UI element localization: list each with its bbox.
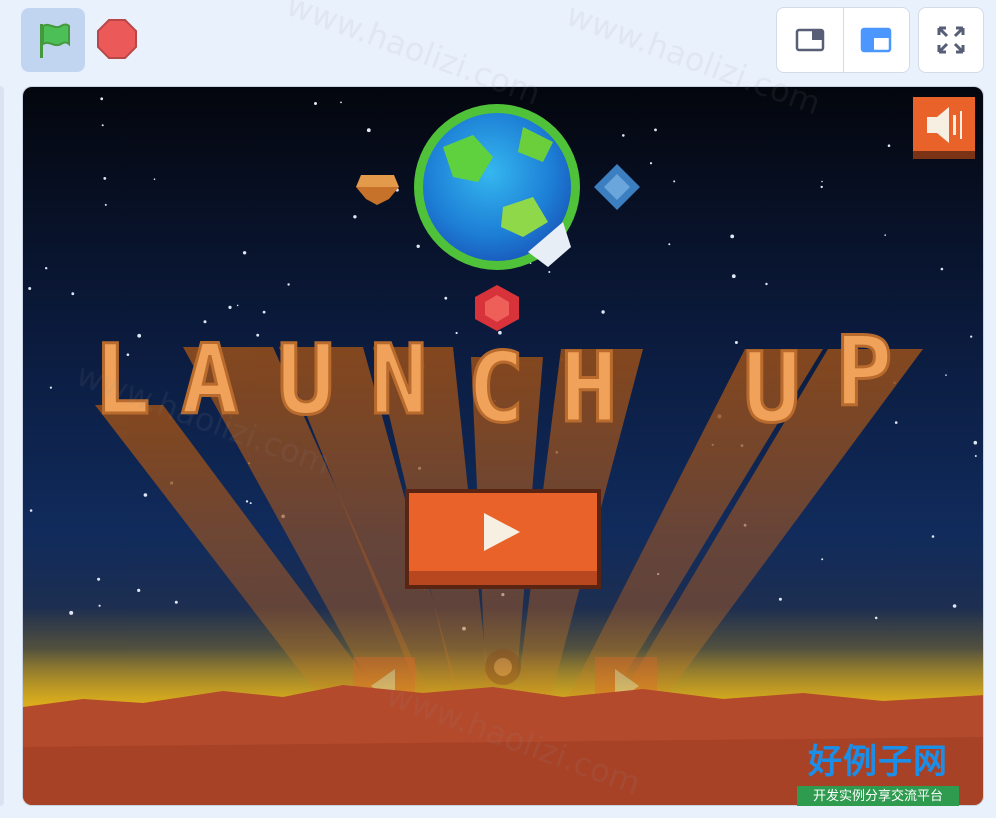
fullscreen-button[interactable] [918,7,984,73]
star [455,331,458,335]
title-letter: C [467,332,525,444]
star [100,97,104,101]
star [262,310,266,314]
small-stage-icon [795,28,824,52]
title-letter: H [560,332,618,444]
star [29,509,33,512]
normal-stage-icon [861,27,892,53]
star [884,234,886,236]
star [137,588,141,592]
star [340,101,342,104]
star [236,304,239,307]
title-letter: A [181,324,239,436]
game-canvas[interactable]: L A U N C H U P [23,87,984,806]
star [894,421,898,424]
nav-center-icon [485,649,521,685]
star [71,292,75,296]
star [931,535,935,538]
stage-size-toggle [776,7,910,73]
star [245,500,249,503]
fullscreen-icon [937,26,965,54]
star [731,274,736,279]
game-stage[interactable]: L A U N C H U P [22,86,984,806]
green-flag-icon [40,23,70,58]
star [974,455,977,457]
title-letter: U [743,332,801,444]
title-letter: P [835,316,893,428]
star [49,386,52,389]
star [444,296,448,300]
star [649,162,653,165]
star [778,597,782,601]
sprite-pane-edge [0,86,4,806]
star [820,185,823,189]
stop-button[interactable] [94,16,140,62]
stage-header [0,0,996,84]
star [673,180,676,183]
small-stage-button[interactable] [777,8,844,72]
star [101,124,104,127]
star [668,243,671,246]
star [765,282,768,286]
play-button[interactable] [405,489,601,589]
star [287,283,290,286]
star [153,178,156,180]
star [97,577,101,581]
star [143,493,148,497]
stop-sign-icon [97,19,137,59]
star [730,234,735,239]
star [203,320,207,324]
star [242,251,247,255]
sound-button[interactable] [913,97,975,159]
star [970,335,973,338]
star [622,134,625,137]
star [940,267,944,271]
star [821,180,823,183]
star [416,244,420,248]
game-title: L A U N C H U P [92,315,895,446]
title-letter: U [277,324,335,436]
star [973,440,978,445]
star [945,374,947,376]
star [249,502,252,505]
star [601,310,605,314]
star [654,128,657,132]
title-letter: N [370,324,428,436]
star [887,144,891,147]
star [28,287,32,290]
star [366,128,371,133]
star [174,600,178,604]
star [228,305,232,309]
star [548,271,551,273]
star [734,341,738,344]
green-flag-button[interactable] [21,8,85,72]
normal-stage-button[interactable] [843,8,909,72]
watermark-title: 好例子网 [808,742,948,782]
star [353,215,357,219]
star [821,558,824,561]
star [104,203,107,206]
star [98,604,101,607]
star [103,177,107,180]
earth-planet [414,104,580,270]
star [45,267,48,270]
watermark-subtitle: 开发实例分享交流平台 [797,786,959,806]
title-letter: L [93,324,151,436]
star [256,333,260,337]
watermark-logo: 好例子网 开发实例分享交流平台 [797,742,959,808]
star [314,102,317,105]
